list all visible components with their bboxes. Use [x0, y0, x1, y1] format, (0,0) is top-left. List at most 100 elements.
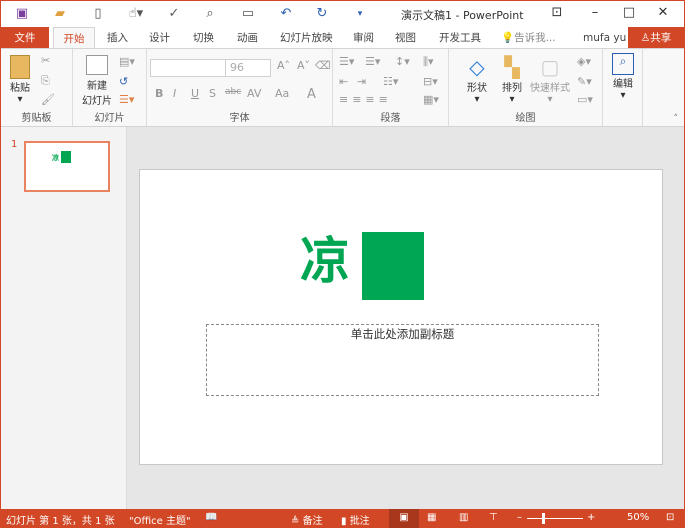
- share-button[interactable]: ♙共享: [628, 27, 684, 49]
- editing-button[interactable]: ⌕ 编辑 ▾: [609, 53, 637, 101]
- tab-developer[interactable]: 开发工具: [435, 27, 485, 49]
- tell-me-input[interactable]: 💡告诉我...: [497, 27, 560, 49]
- share-label: 共享: [650, 32, 672, 44]
- slide-thumbnails-pane: 1 凉: [1, 127, 127, 509]
- zoom-out-button[interactable]: –: [517, 512, 522, 523]
- tab-review[interactable]: 审阅: [349, 27, 378, 49]
- font-color-button[interactable]: A: [307, 87, 316, 102]
- align-text-icon[interactable]: ⊟▾: [423, 75, 438, 88]
- zoom-slider[interactable]: [527, 518, 583, 519]
- maximize-button[interactable]: □: [619, 5, 639, 20]
- char-spacing-button[interactable]: AV: [247, 87, 261, 100]
- clear-format-icon[interactable]: ⌫: [315, 59, 331, 72]
- underline-button[interactable]: U: [191, 87, 199, 100]
- present-icon[interactable]: ▭: [239, 5, 257, 23]
- shape-effects-icon[interactable]: ▭▾: [577, 93, 593, 106]
- fit-slide-icon[interactable]: ⊡: [666, 512, 674, 523]
- section-icon[interactable]: ☰▾: [119, 93, 134, 106]
- tab-animations[interactable]: 动画: [233, 27, 262, 49]
- numbering-icon[interactable]: ☰▾: [365, 55, 380, 68]
- zoom-in-button[interactable]: +: [587, 512, 595, 523]
- columns-icon[interactable]: ☷▾: [383, 75, 398, 88]
- font-name-select[interactable]: [150, 59, 226, 77]
- tab-file[interactable]: 文件: [1, 27, 49, 49]
- bold-button[interactable]: B: [155, 87, 163, 100]
- customize-qat-icon[interactable]: ▾: [351, 5, 369, 23]
- slides-group: 新建 幻灯片 ▤▾ ↺ ☰▾ 幻灯片: [73, 49, 147, 126]
- font-size-select[interactable]: 96: [225, 59, 271, 77]
- undo-icon[interactable]: ↶: [277, 5, 295, 23]
- green-rectangle-shape[interactable]: [362, 232, 424, 300]
- lightbulb-icon: 💡: [501, 32, 515, 44]
- drawing-label: 绘图: [515, 113, 536, 124]
- tab-home[interactable]: 开始: [53, 27, 95, 49]
- layout-icon[interactable]: ▤▾: [119, 55, 135, 68]
- slideshow-button[interactable]: ⊤: [489, 512, 498, 523]
- tab-insert[interactable]: 插入: [103, 27, 132, 49]
- tab-transitions[interactable]: 切换: [189, 27, 218, 49]
- shape-fill-icon[interactable]: ◈▾: [577, 55, 591, 68]
- paste-button[interactable]: 粘贴 ▾: [7, 55, 33, 105]
- copy-icon[interactable]: ⎘: [41, 74, 50, 88]
- comments-button[interactable]: ▮ 批注: [341, 512, 370, 527]
- clipboard-group: 粘贴 ▾ ✂ ⎘ 🖌 剪贴板: [1, 49, 73, 126]
- align-icons[interactable]: ≡≡≡≡: [339, 93, 392, 106]
- open-icon[interactable]: ▰: [51, 5, 69, 23]
- thumbnail-number: 1: [11, 139, 18, 150]
- close-button[interactable]: ✕: [653, 5, 673, 20]
- zoom-slider-thumb[interactable]: [542, 513, 545, 524]
- reset-icon[interactable]: ↺: [119, 75, 128, 88]
- smartart-icon[interactable]: ▦▾: [423, 93, 439, 106]
- paragraph-label: 段落: [380, 113, 401, 124]
- quick-styles-button[interactable]: ▢ 快速样式 ▾: [527, 55, 573, 105]
- shape-outline-icon[interactable]: ✎▾: [577, 75, 592, 88]
- format-painter-icon[interactable]: 🖌: [41, 93, 55, 106]
- cut-icon[interactable]: ✂: [41, 54, 50, 67]
- change-case-button[interactable]: Aa: [275, 87, 289, 100]
- slide-title[interactable]: 凉: [300, 228, 350, 294]
- clipboard-icon: [10, 55, 30, 79]
- slide-canvas[interactable]: 凉 单击此处添加副标题: [139, 169, 663, 465]
- zoom-level[interactable]: 50%: [627, 512, 649, 523]
- arrange-button[interactable]: ▚ 排列 ▾: [497, 55, 527, 105]
- font-label: 字体: [229, 113, 250, 124]
- ribbon-display-icon[interactable]: ⊡: [547, 5, 567, 20]
- strikethrough-button[interactable]: abc: [225, 87, 241, 97]
- normal-view-button[interactable]: ▣: [389, 509, 419, 528]
- tab-slideshow[interactable]: 幻灯片放映: [276, 27, 337, 49]
- spelling-icon[interactable]: ✓: [165, 5, 183, 23]
- subtitle-placeholder[interactable]: 单击此处添加副标题: [206, 324, 599, 396]
- notes-button[interactable]: ≜ 备注: [291, 512, 323, 527]
- minimize-button[interactable]: –: [585, 5, 605, 20]
- slide-thumbnail[interactable]: 凉: [24, 141, 110, 192]
- spellcheck-icon[interactable]: 📖: [205, 512, 217, 523]
- redo-icon[interactable]: ↻: [313, 5, 331, 23]
- print-preview-icon[interactable]: ⌕: [201, 5, 219, 23]
- shapes-button[interactable]: ◇ 形状 ▾: [461, 55, 493, 105]
- status-bar: 幻灯片 第 1 张，共 1 张 "Office 主题" 📖 ≜ 备注 ▮ 批注 …: [1, 509, 684, 528]
- save-icon[interactable]: ▣: [13, 5, 31, 23]
- text-direction-icon[interactable]: ⫼▾: [423, 55, 434, 69]
- slide-sorter-button[interactable]: ▦: [427, 512, 436, 523]
- shadow-button[interactable]: S: [209, 87, 216, 100]
- grow-font-icon[interactable]: A˄: [277, 59, 290, 72]
- theme-name: "Office 主题": [129, 516, 191, 527]
- ribbon: 粘贴 ▾ ✂ ⎘ 🖌 剪贴板 新建 幻灯片 ▤▾ ↺ ☰▾ 幻灯片 96 A˄ A˅…: [1, 48, 684, 127]
- arrange-icon: ▚: [504, 55, 520, 79]
- line-spacing-icon[interactable]: ↕▾: [395, 55, 410, 68]
- decrease-indent-icon[interactable]: ⇤: [339, 75, 348, 88]
- tab-design[interactable]: 设计: [145, 27, 174, 49]
- shrink-font-icon[interactable]: A˅: [297, 59, 310, 72]
- touch-mode-icon[interactable]: ☝▾: [127, 5, 145, 23]
- user-name[interactable]: mufa yu: [579, 27, 630, 49]
- new-slide-button[interactable]: 新建 幻灯片: [77, 55, 117, 107]
- tell-me-text: 告诉我...: [514, 32, 556, 44]
- new-icon[interactable]: ▯: [89, 5, 107, 23]
- increase-indent-icon[interactable]: ⇥: [357, 75, 366, 88]
- tab-view[interactable]: 视图: [391, 27, 420, 49]
- reading-view-button[interactable]: ▥: [459, 512, 468, 523]
- italic-button[interactable]: I: [173, 87, 176, 100]
- slide-info: 幻灯片 第 1 张，共 1 张: [6, 516, 115, 527]
- bullets-icon[interactable]: ☰▾: [339, 55, 354, 68]
- collapse-ribbon-icon[interactable]: ˄: [674, 114, 679, 124]
